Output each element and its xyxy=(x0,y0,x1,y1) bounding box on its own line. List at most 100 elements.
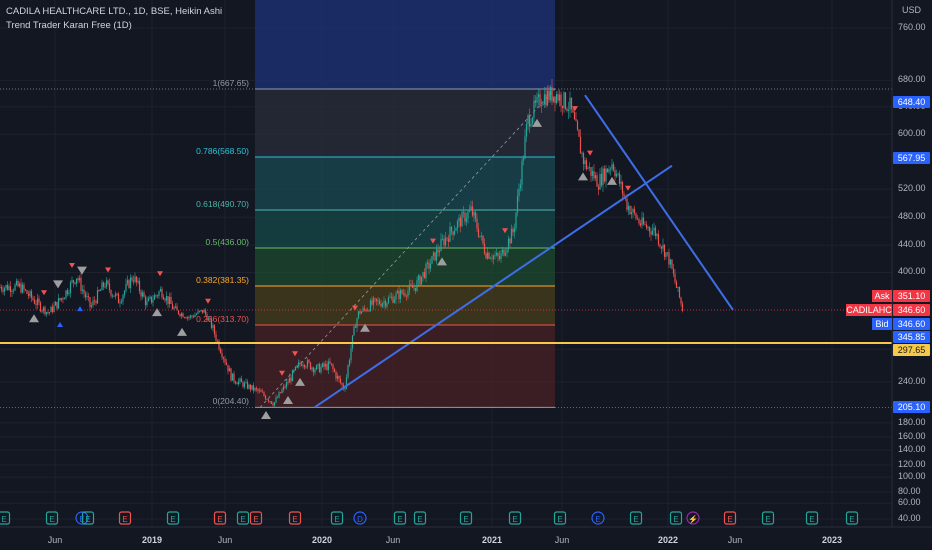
chart-canvas[interactable]: E E E E E E E E E E E D E E E E E E E E ⚡ E E E E xyxy=(0,0,932,550)
candle-body xyxy=(174,306,177,308)
candle-body xyxy=(183,317,186,318)
candle-body xyxy=(534,100,537,103)
fib-label-0: 0(204.40) xyxy=(212,396,249,407)
candle-body xyxy=(149,296,151,299)
candle-body xyxy=(315,365,318,370)
event-marker-label: E xyxy=(809,515,814,524)
candle-body xyxy=(465,218,468,222)
candle-body xyxy=(618,173,621,184)
candle-body xyxy=(645,224,648,228)
candle-body xyxy=(230,368,232,381)
candle-body xyxy=(123,290,126,296)
candle-body xyxy=(482,235,484,244)
candle-body xyxy=(297,362,300,366)
candle-body xyxy=(189,315,192,318)
candle-body xyxy=(299,362,301,365)
price-tag-205: 205.10 xyxy=(893,401,930,413)
candle-body xyxy=(669,259,672,265)
candle-body xyxy=(155,295,157,297)
candle-body xyxy=(522,158,525,161)
candle-body xyxy=(566,108,568,111)
y-tick-label: 240.00 xyxy=(898,376,926,386)
candle-body xyxy=(527,115,529,124)
event-marker-label: E xyxy=(417,515,422,524)
candle-body xyxy=(186,317,189,319)
sell-signal-marker xyxy=(41,290,47,296)
candle-body xyxy=(659,244,661,247)
candle-body xyxy=(236,383,238,385)
candle-body xyxy=(354,326,357,328)
candle-body xyxy=(674,273,676,282)
candle-body xyxy=(290,377,292,382)
candle-body xyxy=(639,223,642,226)
candle-body xyxy=(492,255,495,260)
candle-body xyxy=(440,239,442,252)
candle-body xyxy=(563,92,565,108)
candle-body xyxy=(203,310,205,313)
candle-body xyxy=(171,303,174,310)
candle-body xyxy=(657,234,660,245)
event-marker-label: E xyxy=(633,515,638,524)
candle-body xyxy=(551,87,553,102)
candle-body xyxy=(608,169,610,173)
buy-signal-marker xyxy=(152,308,162,317)
candle-body xyxy=(552,96,555,102)
small-buy-marker xyxy=(77,306,83,312)
candle-body xyxy=(564,92,567,109)
candle-body xyxy=(390,296,393,298)
candle-body xyxy=(429,263,432,269)
candle-body xyxy=(602,168,604,186)
candle-body xyxy=(125,283,127,291)
candle-body xyxy=(36,298,39,305)
candle-body xyxy=(147,298,150,302)
event-marker-label: E xyxy=(292,515,297,524)
candle-body xyxy=(177,310,180,314)
candle-body xyxy=(111,295,114,297)
candle-body xyxy=(113,295,115,297)
candle-body xyxy=(479,235,481,237)
candle-body xyxy=(338,375,340,379)
candle-body xyxy=(104,286,106,288)
candle-body xyxy=(375,298,378,302)
candle-body xyxy=(477,228,480,237)
event-marker-label: E xyxy=(595,515,600,524)
indicator-title[interactable]: Trend Trader Karan Free (1D) xyxy=(6,20,132,31)
event-marker-label: E xyxy=(334,515,339,524)
symbol-title[interactable]: CADILA HEALTHCARE LTD., 1D, BSE, Heikin … xyxy=(6,6,222,17)
candle-body xyxy=(386,303,388,307)
candle-body xyxy=(344,388,346,390)
candle-body xyxy=(108,283,111,291)
candle-body xyxy=(305,366,307,368)
candle-body xyxy=(590,167,592,176)
x-tick-label: 2023 xyxy=(821,535,843,545)
candle-body xyxy=(38,298,40,303)
candle-body xyxy=(96,290,99,304)
candle-body xyxy=(549,87,552,101)
candle-body xyxy=(644,224,646,225)
candle-body xyxy=(213,325,216,335)
candle-body xyxy=(317,364,319,366)
candle-body xyxy=(474,212,477,219)
candle-body xyxy=(255,388,258,390)
candle-body xyxy=(542,104,544,106)
candle-body xyxy=(507,238,510,250)
candle-body xyxy=(222,357,225,359)
candle-body xyxy=(185,317,187,319)
candle-body xyxy=(672,268,675,274)
y-tick-label: 40.00 xyxy=(898,513,921,523)
candle-body xyxy=(471,206,474,216)
candle-body xyxy=(653,227,655,231)
candle-body xyxy=(62,298,64,300)
candle-body xyxy=(83,289,85,294)
candle-body xyxy=(30,291,33,298)
candle-body xyxy=(261,391,264,393)
candle-body xyxy=(237,381,240,385)
candle-body xyxy=(198,310,201,312)
y-tick-label: 80.00 xyxy=(898,486,921,496)
candle-body xyxy=(221,352,223,358)
candle-body xyxy=(266,399,268,400)
candle-body xyxy=(335,371,337,379)
candle-body xyxy=(621,181,624,194)
price-tag-567: 567.95 xyxy=(893,152,930,164)
candle-body xyxy=(353,326,355,336)
